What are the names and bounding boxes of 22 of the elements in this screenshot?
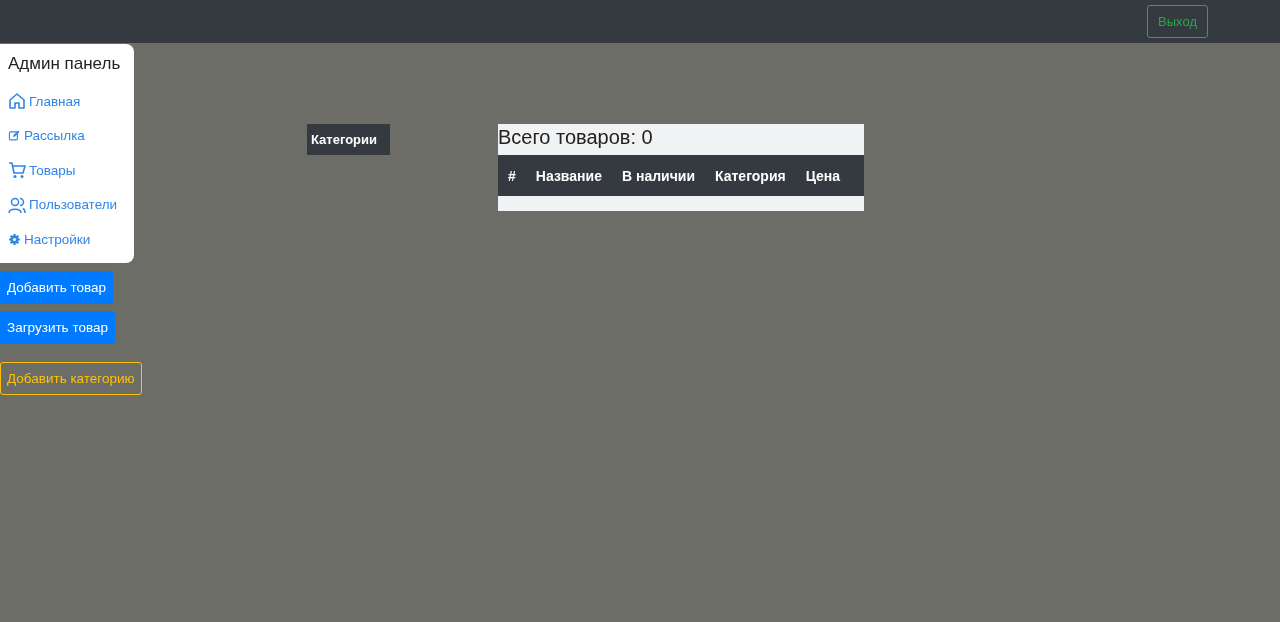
sidebar-link[interactable]: Рассылка <box>0 118 134 153</box>
gear-icon <box>8 232 21 246</box>
sidebar-title: Админ панель <box>7 54 122 74</box>
add-category-button[interactable]: Добавить категорию <box>0 361 142 395</box>
column-header: # <box>508 167 516 184</box>
cart-icon <box>8 161 26 180</box>
column-header: Категория <box>715 167 786 184</box>
pencil-square-icon <box>8 129 21 143</box>
products-total: Всего товаров: 0 <box>498 125 654 150</box>
people-icon <box>8 195 26 214</box>
add-button[interactable]: Загрузить товар <box>0 310 115 344</box>
logout-button[interactable]: Выход <box>1147 5 1208 38</box>
column-header: Цена <box>805 167 841 184</box>
sidebar-link[interactable]: Товары <box>0 153 134 188</box>
column-header: В наличии <box>621 167 695 184</box>
sidebar-link[interactable]: Главная <box>0 84 134 119</box>
categories-header: Категории <box>307 124 391 155</box>
sidebar-link[interactable]: Настройки <box>0 222 134 257</box>
sidebar-link[interactable]: Пользователи <box>0 187 134 222</box>
add-button[interactable]: Добавить товар <box>0 270 113 304</box>
column-header: Название <box>535 167 602 184</box>
house-icon <box>8 92 26 111</box>
